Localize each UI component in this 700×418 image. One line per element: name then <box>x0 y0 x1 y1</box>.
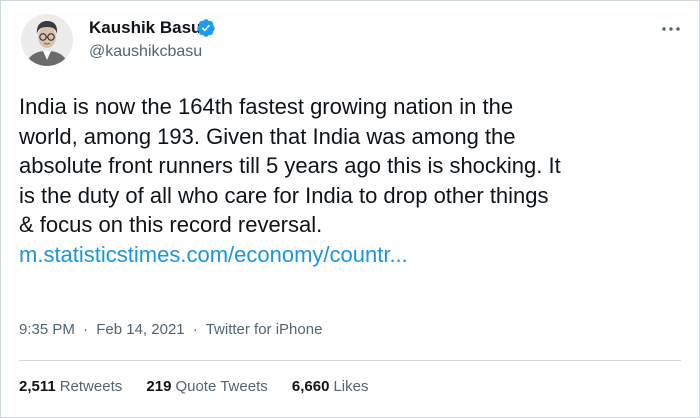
retweets-count: 2,511 <box>19 378 56 395</box>
author-handle[interactable]: @kaushikcbasu <box>89 42 202 62</box>
tweet-text: India is now the 164th fastest growing n… <box>19 92 684 269</box>
tweet-text-line: India is now the 164th fastest growing n… <box>19 94 514 119</box>
tweet-time[interactable]: 9:35 PM <box>19 321 75 338</box>
tweet-text-line: absolute front runners till 5 years ago … <box>19 153 561 178</box>
likes-stat[interactable]: 6,660 Likes <box>292 377 369 397</box>
tweet-text-line: world, among 193. Given that India was a… <box>19 123 516 149</box>
more-options-icon[interactable] <box>659 19 683 39</box>
tweet-date[interactable]: Feb 14, 2021 <box>96 321 184 338</box>
quote-tweets-stat[interactable]: 219 Quote Tweets <box>146 377 267 397</box>
author-display-name[interactable]: Kaushik Basu <box>89 17 201 39</box>
retweets-stat[interactable]: 2,511 Retweets <box>19 377 122 397</box>
tweet-card: Kaushik Basu @kaushikcbasu India is now … <box>0 0 700 418</box>
retweets-label: Retweets <box>59 378 123 395</box>
likes-label: Likes <box>333 378 369 395</box>
meta-separator: · <box>83 321 89 338</box>
divider <box>19 360 681 361</box>
tweet-meta: 9:35 PM · Feb 14, 2021 · Twitter for iPh… <box>19 320 322 340</box>
tweet-text-line: & focus on this record reversal. <box>19 212 323 237</box>
tweet-text-line: is the duty of all who care for India to… <box>19 182 549 208</box>
engagement-stats: 2,511 Retweets 219 Quote Tweets 6,660 Likes <box>19 377 388 397</box>
meta-separator: · <box>192 321 198 338</box>
likes-count: 6,660 <box>291 378 330 395</box>
tweet-source[interactable]: Twitter for iPhone <box>206 321 323 338</box>
quote-tweets-count: 219 <box>146 378 172 395</box>
avatar[interactable] <box>21 14 73 66</box>
tweet-link[interactable]: m.statisticstimes.com/economy/countr... <box>19 242 408 267</box>
quote-tweets-label: Quote Tweets <box>175 378 268 395</box>
verified-badge-icon <box>197 19 215 37</box>
avatar-photo <box>21 14 73 66</box>
